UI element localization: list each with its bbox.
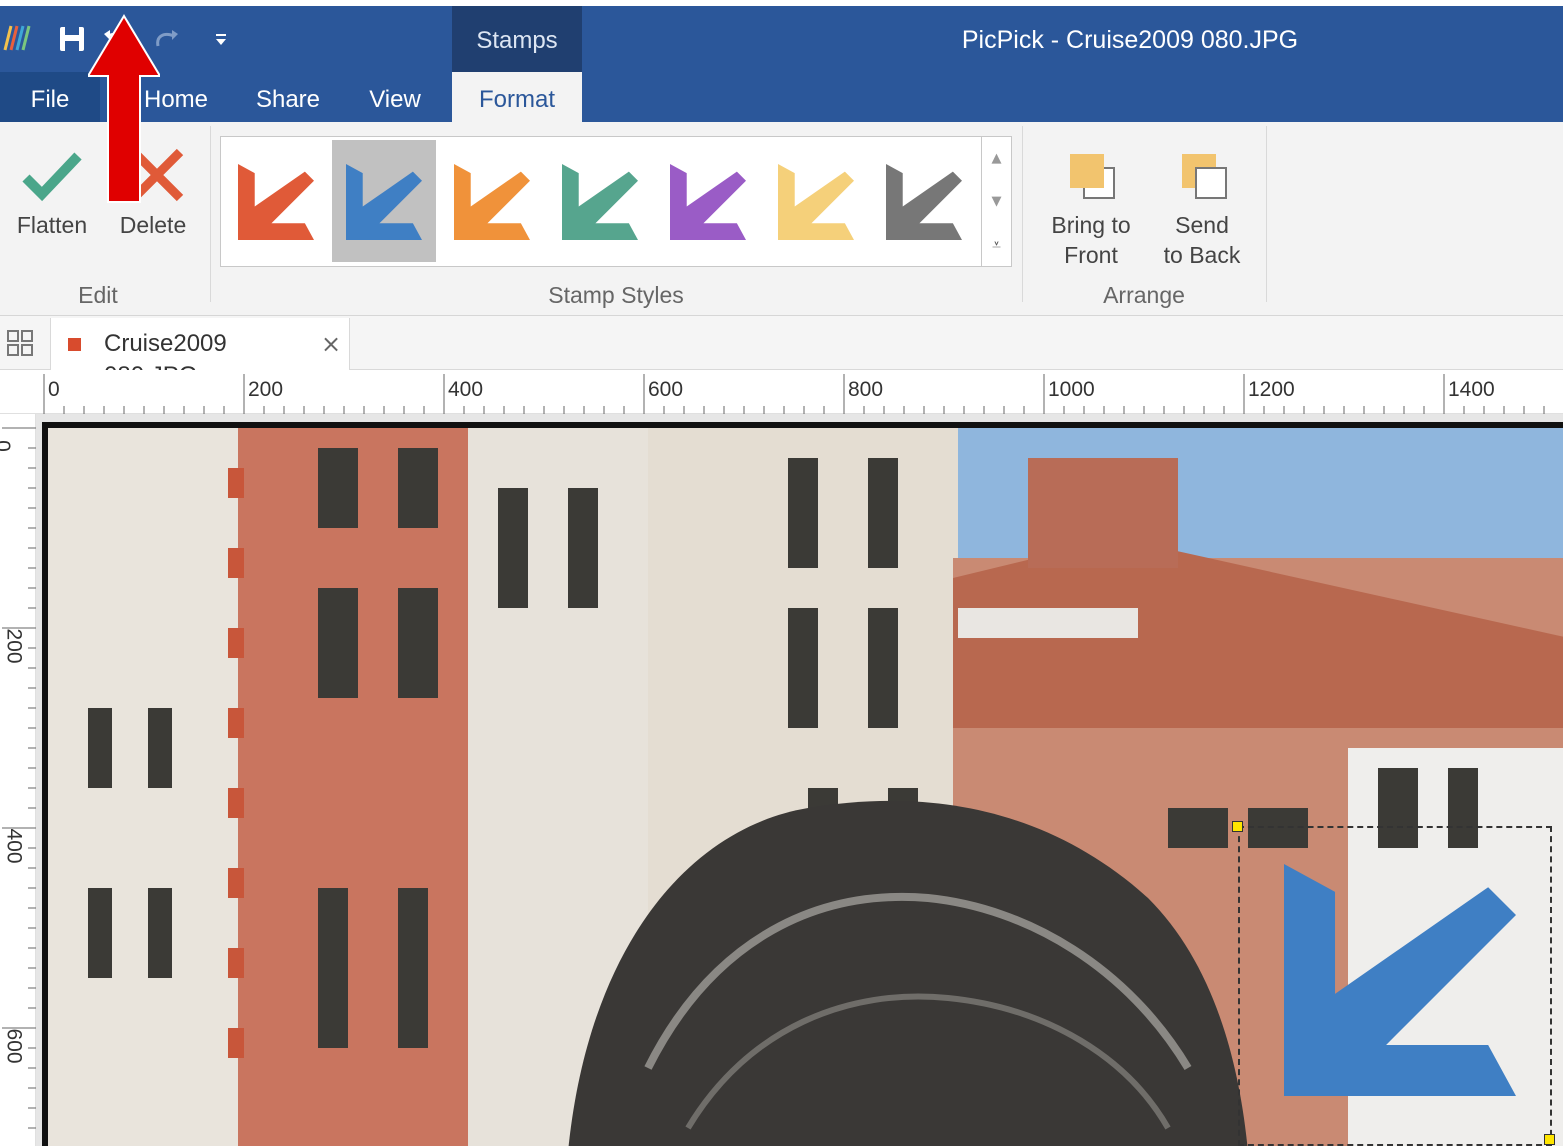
stamp-style-6[interactable] bbox=[764, 140, 868, 262]
selection-handle-top-left[interactable] bbox=[1232, 821, 1243, 832]
bring-to-front-label-1[interactable]: Bring to bbox=[1036, 212, 1146, 242]
ruler-label: 400 bbox=[2, 828, 26, 864]
checkmark-icon[interactable] bbox=[22, 148, 82, 204]
ruler-label: 600 bbox=[2, 1028, 26, 1064]
tab-share[interactable]: Share bbox=[248, 72, 328, 122]
send-to-back-icon[interactable] bbox=[1178, 150, 1230, 202]
ruler-label: 0 bbox=[48, 378, 60, 401]
ruler-label: 0 bbox=[0, 440, 14, 452]
gallery-scroll-up-icon[interactable]: ▲ bbox=[982, 137, 1011, 180]
tab-file[interactable]: File bbox=[0, 72, 100, 122]
flatten-button[interactable]: Flatten bbox=[8, 212, 96, 242]
arrow-down-left-icon bbox=[238, 164, 314, 240]
arrow-down-left-icon bbox=[670, 164, 746, 240]
app-logo-icon[interactable] bbox=[2, 22, 32, 52]
group-separator bbox=[210, 126, 211, 302]
ruler-label: 1000 bbox=[1048, 378, 1095, 401]
tab-view[interactable]: View bbox=[360, 72, 430, 122]
arrow-down-left-icon bbox=[778, 164, 854, 240]
grid-view-icon[interactable] bbox=[6, 329, 34, 357]
selection-handle-bottom-right[interactable] bbox=[1544, 1134, 1555, 1145]
ruler-label: 600 bbox=[648, 378, 684, 401]
arrow-down-left-icon bbox=[454, 164, 530, 240]
ruler-label: 1400 bbox=[1448, 378, 1495, 401]
bring-to-front-icon[interactable] bbox=[1066, 150, 1118, 202]
window-title: PicPick - Cruise2009 080.JPG bbox=[961, 26, 1299, 54]
stamp-style-4[interactable] bbox=[548, 140, 652, 262]
tab-format[interactable]: Format bbox=[452, 72, 582, 122]
group-separator bbox=[1266, 126, 1267, 302]
document-color-marker bbox=[68, 338, 81, 351]
delete-button[interactable]: Delete bbox=[108, 212, 198, 242]
horizontal-ruler bbox=[0, 370, 1563, 414]
stamp-style-3[interactable] bbox=[440, 140, 544, 262]
ruler-label: 400 bbox=[448, 378, 484, 401]
group-label-stamp-styles: Stamp Styles bbox=[548, 282, 684, 308]
tab-row bbox=[0, 72, 1563, 122]
arrow-down-left-icon bbox=[562, 164, 638, 240]
gallery-more-icon[interactable]: ⩡ bbox=[982, 223, 1011, 266]
group-label-edit: Edit bbox=[78, 282, 118, 308]
customize-qat-icon[interactable] bbox=[208, 24, 234, 54]
arrow-down-left-icon bbox=[346, 164, 422, 240]
ruler-label: 1200 bbox=[1248, 378, 1295, 401]
ruler-label: 200 bbox=[2, 628, 26, 664]
close-icon[interactable]: × bbox=[318, 328, 344, 360]
group-separator bbox=[1022, 126, 1023, 302]
annotation-arrow bbox=[86, 14, 162, 204]
arrow-down-left-icon bbox=[886, 164, 962, 240]
document-tab-label[interactable]: Cruise2009 080.JPG bbox=[104, 328, 314, 389]
context-tab-stamps: Stamps bbox=[452, 6, 582, 72]
send-to-back-label-1[interactable]: Send bbox=[1150, 212, 1254, 242]
send-to-back-label-2[interactable]: to Back bbox=[1150, 242, 1254, 272]
stamp-style-7[interactable] bbox=[872, 140, 976, 262]
group-label-arrange: Arrange bbox=[1103, 282, 1185, 308]
bring-to-front-label-2[interactable]: Front bbox=[1036, 242, 1146, 272]
stamp-style-5[interactable] bbox=[656, 140, 760, 262]
save-icon[interactable] bbox=[58, 24, 86, 54]
stamp-style-1[interactable] bbox=[224, 140, 328, 262]
gallery-scroll-down-icon[interactable]: ▼ bbox=[982, 180, 1011, 223]
gallery-scrollbar[interactable]: ▲ ▼ ⩡ bbox=[982, 136, 1012, 267]
top-strip bbox=[0, 0, 1563, 6]
stamp-style-2[interactable] bbox=[332, 140, 436, 262]
ruler-label: 800 bbox=[848, 378, 884, 401]
stamp-selection-box[interactable] bbox=[1238, 826, 1552, 1146]
ruler-label: 200 bbox=[248, 378, 284, 401]
